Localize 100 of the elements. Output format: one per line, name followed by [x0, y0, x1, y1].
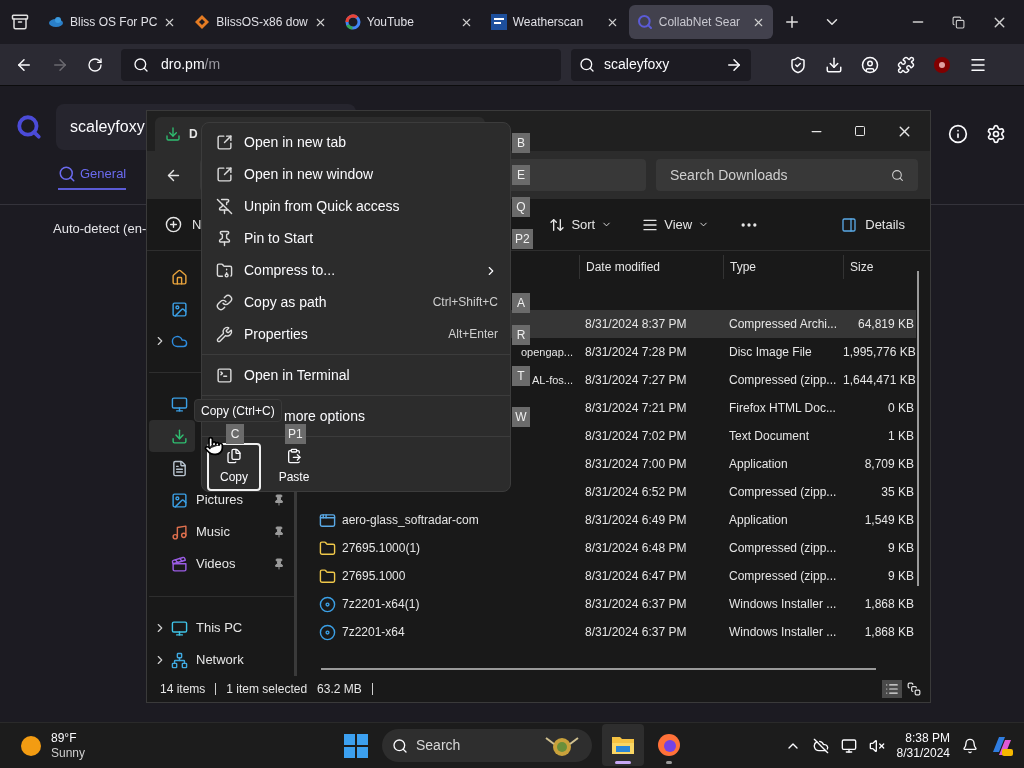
file-row[interactable]: 7z2201-x64(1) 8/31/2024 6:37 PM Windows Installer ... 1,868 KB — [303, 590, 916, 618]
vertical-scrollbar[interactable] — [917, 271, 919, 586]
nav-item[interactable] — [149, 420, 195, 452]
menu-item[interactable]: Compress to... — [202, 254, 510, 287]
music-icon — [171, 523, 188, 541]
document-icon — [171, 459, 188, 477]
nav-item[interactable]: Videos — [149, 548, 294, 580]
browser-tab[interactable]: Weatherscan — [482, 5, 627, 39]
clock[interactable]: 8:38 PM 8/31/2024 — [896, 730, 950, 761]
horizontal-scrollbar[interactable] — [321, 668, 876, 670]
extensions-icon[interactable] — [897, 55, 915, 74]
keytip: W — [512, 407, 530, 427]
archive-folder-icon — [216, 262, 233, 279]
browser-tab[interactable]: BlissOS-x86 dow — [186, 5, 335, 39]
type-cell-text: Application — [728, 456, 789, 473]
cloud-off-icon[interactable] — [812, 737, 829, 754]
status-text: 14 items — [160, 681, 206, 698]
file-row[interactable]: 27695.1000 8/31/2024 6:47 PM Compressed (zipp... 9 KB — [303, 562, 916, 590]
browser-tab[interactable]: CollabNet Sear — [628, 5, 773, 39]
downloads-icon[interactable] — [825, 55, 843, 74]
file-row[interactable]: 27695.1000(1) 8/31/2024 6:48 PM Compressed (zipp... 9 KB — [303, 534, 916, 562]
search-field[interactable]: Search Downloads — [656, 159, 918, 191]
details-view-button[interactable] — [882, 680, 902, 698]
notification-icon[interactable] — [962, 737, 978, 754]
search-tab[interactable]: General — [58, 160, 127, 190]
status-text: 63.2 MB — [317, 681, 362, 698]
date-cell-text: 8/31/2024 7:02 PM — [584, 428, 688, 445]
size-cell-text: 64,819 KB — [856, 316, 915, 333]
reload-icon[interactable] — [87, 56, 103, 73]
browser-tab[interactable]: YouTube — [336, 5, 481, 39]
maximize-icon[interactable] — [854, 125, 866, 137]
keytip: R — [512, 325, 530, 345]
type-cell-text: Application — [728, 512, 789, 529]
temperature: 89°F — [51, 730, 78, 746]
diamond-logo-icon — [194, 14, 211, 30]
add-icon — [165, 216, 182, 233]
search-bar[interactable]: scaleyfoxy — [571, 48, 751, 81]
menu-item[interactable]: Pin to Start — [202, 222, 510, 255]
search-icon — [891, 168, 904, 182]
list-icon — [885, 682, 899, 696]
keytip: A — [512, 293, 530, 313]
tab-title: Weatherscan — [512, 14, 585, 31]
nav-item[interactable]: This PC — [149, 612, 294, 644]
date-cell-text: 8/31/2024 6:49 PM — [584, 512, 688, 529]
details-button[interactable]: Details — [841, 214, 905, 235]
type-cell-text: Compressed (zipp... — [728, 372, 838, 389]
tab-title: YouTube — [366, 14, 415, 31]
date-cell-text: 8/31/2024 6:48 PM — [584, 540, 688, 557]
account-icon[interactable] — [861, 55, 879, 74]
settings-icon[interactable] — [986, 124, 1006, 144]
sort-button[interactable]: Sort — [549, 214, 613, 235]
column-header[interactable]: Type — [723, 255, 843, 279]
date-cell-text: 8/31/2024 7:28 PM — [584, 344, 688, 361]
shield-icon[interactable] — [789, 55, 807, 74]
menu-item[interactable]: Unpin from Quick access — [202, 190, 510, 223]
address-bar[interactable]: dro.pm/m — [121, 48, 561, 81]
file-name: AL-fos... — [532, 372, 573, 388]
keytip: C — [226, 424, 244, 444]
date-cell-text: 8/31/2024 7:27 PM — [584, 372, 688, 389]
column-header[interactable]: Date modified — [579, 255, 723, 279]
taskbar-search[interactable]: Search — [382, 729, 592, 762]
search-icon — [392, 737, 408, 754]
size-cell-text: 1 KB — [887, 428, 915, 445]
nav-label: Network — [196, 651, 244, 670]
view-button[interactable]: View — [642, 214, 710, 235]
new-button[interactable]: N — [165, 214, 202, 235]
menu-item[interactable]: Open in Terminal — [202, 359, 510, 392]
search-icon — [579, 56, 595, 73]
wrench-icon — [216, 325, 233, 343]
hand-cursor-icon — [204, 436, 224, 456]
menu-item[interactable]: Open in new window — [202, 158, 510, 191]
menu-item[interactable]: Open in new tab — [202, 127, 510, 159]
date-cell-text: 8/31/2024 6:52 PM — [584, 484, 688, 501]
search-value: scaleyfoxy — [604, 55, 671, 74]
nav-item[interactable]: Network — [149, 644, 294, 676]
pin-icon — [273, 526, 285, 538]
search-icon — [133, 56, 149, 73]
tiles-icon — [907, 682, 921, 696]
restore-icon[interactable] — [952, 15, 965, 29]
info-icon[interactable] — [948, 124, 968, 144]
volume-muted-icon[interactable] — [868, 737, 885, 754]
monitor-icon[interactable] — [840, 737, 857, 754]
date-cell-text: 8/31/2024 7:21 PM — [584, 400, 688, 417]
file-row[interactable]: aero-glass_softradar-com 8/31/2024 6:49 PM Application 1,549 KB — [303, 506, 916, 534]
file-explorer-app[interactable] — [602, 724, 644, 766]
browser-tab[interactable]: Bliss OS For PC — [40, 5, 185, 39]
start-icon[interactable] — [344, 734, 368, 758]
language-label: Auto-detect (en- — [53, 220, 147, 238]
size-cell-text: 9 KB — [887, 540, 915, 557]
shortcut-text: Ctrl+Shift+C — [432, 294, 498, 312]
tab-list-icon[interactable] — [11, 13, 29, 31]
download-icon — [165, 126, 181, 142]
installer-icon — [319, 623, 336, 641]
desktop-icon — [171, 395, 188, 413]
search-value: scaleyfoxy — [70, 117, 145, 137]
nav-item[interactable]: Music — [149, 516, 294, 548]
keytip: E — [512, 165, 530, 185]
type-cell-text: Firefox HTML Doc... — [728, 400, 837, 417]
size-cell-text: 35 KB — [880, 484, 915, 501]
file-row[interactable]: 7z2201-x64 8/31/2024 6:37 PM Windows Installer ... 1,868 KB — [303, 618, 916, 646]
